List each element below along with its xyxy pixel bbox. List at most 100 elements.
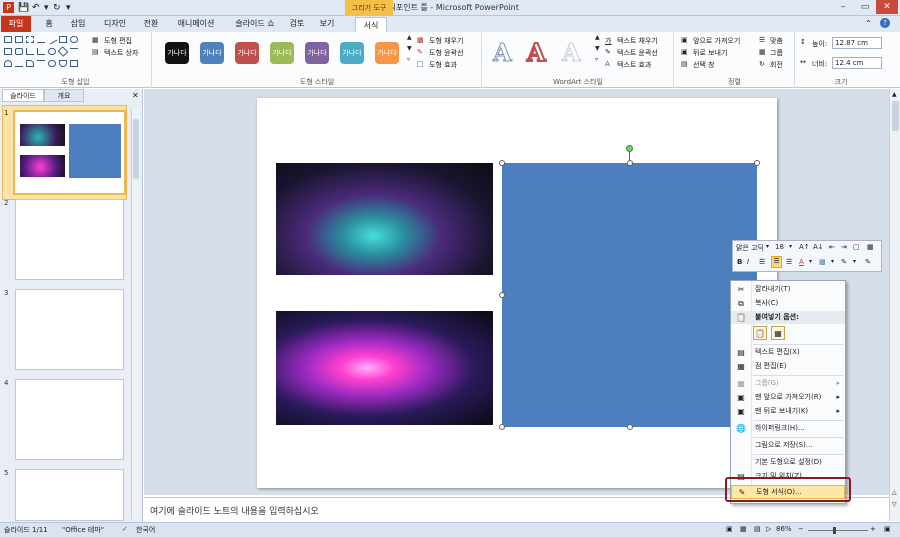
menu-item-send-to-back[interactable]: ▣ 맨 뒤로 보내기(K) ▸ bbox=[731, 405, 845, 418]
outline-color-icon[interactable]: ✎ bbox=[841, 258, 847, 266]
shrink-font-icon[interactable]: A↓ bbox=[813, 243, 824, 251]
resize-handle[interactable] bbox=[499, 424, 505, 430]
wordart-scroll-down-icon[interactable]: ▼ bbox=[595, 45, 600, 52]
menu-item-copy[interactable]: ⧉ 복사(C) bbox=[731, 297, 845, 310]
brush-icon[interactable]: ✎ bbox=[865, 258, 871, 266]
zoom-in-icon[interactable]: + bbox=[870, 525, 876, 533]
language-indicator[interactable]: 한국어 bbox=[136, 525, 155, 535]
resize-handle[interactable] bbox=[499, 160, 505, 166]
grow-font-icon[interactable]: A↑ bbox=[799, 243, 810, 251]
wordart-style-2[interactable]: A bbox=[526, 37, 547, 68]
chevron-down-icon[interactable]: ▾ bbox=[831, 258, 834, 265]
shape-fill-button[interactable]: 도형 채우기 bbox=[429, 36, 463, 46]
slide-sorter-icon[interactable]: ▦ bbox=[740, 525, 747, 533]
selection-pane-button[interactable]: 선택 창 bbox=[693, 60, 715, 70]
wordart-style-1[interactable]: A bbox=[493, 38, 513, 68]
gallery-more-icon[interactable]: ▿ bbox=[407, 56, 410, 63]
close-panel-icon[interactable]: ✕ bbox=[132, 91, 139, 100]
tab-insert[interactable]: 삽입 bbox=[64, 16, 92, 32]
increase-indent-icon[interactable]: ⇥ bbox=[841, 243, 847, 251]
tab-slides[interactable]: 슬라이드 bbox=[2, 89, 44, 102]
gallery-scroll-up-icon[interactable]: ▲ bbox=[407, 34, 412, 41]
tab-view[interactable]: 보기 bbox=[314, 16, 340, 32]
text-box-button[interactable]: 텍스트 상자 bbox=[104, 48, 138, 58]
shape-style-2[interactable]: 가나다 bbox=[200, 42, 224, 64]
chevron-down-icon[interactable]: ▾ bbox=[789, 243, 792, 250]
minimize-icon[interactable]: – bbox=[832, 0, 854, 14]
resize-handle[interactable] bbox=[754, 160, 760, 166]
slideshow-icon[interactable]: ▷ bbox=[766, 525, 771, 533]
chevron-down-icon[interactable]: ▾ bbox=[853, 258, 856, 265]
zoom-level[interactable]: 86% bbox=[776, 525, 792, 533]
tab-transitions[interactable]: 전환 bbox=[138, 16, 164, 32]
align-right-icon[interactable]: ☰ bbox=[786, 258, 792, 266]
menu-item-cut[interactable]: ✂ 잘라내기(T) bbox=[731, 283, 845, 296]
slide-thumbnail-2[interactable] bbox=[15, 199, 124, 280]
shape-style-7[interactable]: 가나다 bbox=[375, 42, 399, 64]
shape-effects-button[interactable]: 도형 효과 bbox=[429, 60, 457, 70]
paste-picture-icon[interactable]: ▦ bbox=[771, 326, 785, 340]
tab-format[interactable]: 서식 bbox=[355, 17, 387, 33]
bring-forward-button[interactable]: 앞으로 가져오기 bbox=[693, 36, 740, 46]
menu-item-edit-text[interactable]: ▤ 텍스트 편집(X) bbox=[731, 346, 845, 359]
wordart-scroll-up-icon[interactable]: ▲ bbox=[595, 34, 600, 41]
slide-thumbnail-5[interactable] bbox=[15, 469, 124, 521]
tab-animations[interactable]: 애니메이션 bbox=[170, 16, 222, 32]
shape-style-5[interactable]: 가나다 bbox=[305, 42, 329, 64]
menu-item-hyperlink[interactable]: 🌐 하이퍼링크(H)... bbox=[731, 422, 845, 435]
align-left-icon[interactable]: ☰ bbox=[759, 258, 765, 266]
tab-review[interactable]: 검토 bbox=[284, 16, 310, 32]
ribbon-minimize-icon[interactable]: ⌃ bbox=[865, 19, 872, 28]
shape-style-1[interactable]: 가나다 bbox=[165, 42, 189, 64]
quick-styles-icon[interactable]: ▦ bbox=[867, 243, 874, 251]
font-color-icon[interactable]: A bbox=[799, 258, 804, 266]
font-name-select[interactable]: 맑은 고딕 bbox=[736, 243, 764, 253]
font-size-select[interactable]: 18 bbox=[775, 243, 784, 251]
next-slide-icon[interactable]: ▽ bbox=[892, 501, 897, 508]
prev-slide-icon[interactable]: △ bbox=[892, 489, 897, 496]
slide-thumbnail-1[interactable] bbox=[13, 110, 126, 195]
text-fill-button[interactable]: 텍스트 채우기 bbox=[617, 36, 658, 46]
send-backward-button[interactable]: 뒤로 보내기 bbox=[693, 48, 727, 58]
help-icon[interactable]: ? bbox=[880, 18, 890, 28]
menu-item-edit-points[interactable]: ▦ 점 편집(E) bbox=[731, 360, 845, 373]
tab-outline[interactable]: 개요 bbox=[44, 89, 84, 102]
rotation-handle[interactable] bbox=[626, 145, 633, 152]
picture-smoke-cyan[interactable] bbox=[276, 163, 493, 275]
align-button[interactable]: 맞춤 bbox=[770, 36, 783, 46]
text-outline-button[interactable]: 텍스트 윤곽선 bbox=[617, 48, 658, 58]
reading-view-icon[interactable]: ▤ bbox=[754, 525, 761, 533]
tab-design[interactable]: 디자인 bbox=[98, 16, 132, 32]
wordart-more-icon[interactable]: ▿ bbox=[595, 56, 598, 63]
width-input[interactable]: 12.4 cm bbox=[832, 57, 882, 69]
align-center-icon[interactable]: ☰ bbox=[771, 256, 782, 268]
shape-style-6[interactable]: 가나다 bbox=[340, 42, 364, 64]
fill-color-icon[interactable]: ▩ bbox=[819, 258, 826, 266]
group-objects-button[interactable]: 그룹 bbox=[770, 48, 783, 58]
chevron-down-icon[interactable]: ▾ bbox=[766, 243, 769, 250]
spellcheck-icon[interactable]: ✓ bbox=[122, 525, 128, 533]
close-icon[interactable]: ✕ bbox=[876, 0, 898, 14]
shape-style-3[interactable]: 가나다 bbox=[235, 42, 259, 64]
shape-outline-button[interactable]: 도형 윤곽선 bbox=[429, 48, 463, 58]
chevron-down-icon[interactable]: ▾ bbox=[809, 258, 812, 265]
rotate-button[interactable]: 회전 bbox=[770, 60, 783, 70]
tab-home[interactable]: 홈 bbox=[38, 16, 60, 32]
resize-handle[interactable] bbox=[627, 424, 633, 430]
resize-handle[interactable] bbox=[627, 160, 633, 166]
theme-name[interactable]: "Office 테마" bbox=[62, 525, 104, 535]
paste-keep-formatting-icon[interactable]: 📋 bbox=[753, 326, 767, 340]
resize-handle[interactable] bbox=[499, 292, 505, 298]
text-effects-button[interactable]: 텍스트 효과 bbox=[617, 60, 651, 70]
slide-thumbnail-4[interactable] bbox=[15, 379, 124, 460]
bold-icon[interactable]: B bbox=[737, 258, 742, 266]
zoom-slider[interactable] bbox=[808, 527, 868, 534]
decrease-indent-icon[interactable]: ⇤ bbox=[829, 243, 835, 251]
picture-smoke-magenta[interactable] bbox=[276, 311, 493, 425]
gallery-scroll-down-icon[interactable]: ▼ bbox=[407, 45, 412, 52]
format-painter-icon[interactable]: ▢ bbox=[853, 243, 860, 251]
zoom-out-icon[interactable]: − bbox=[798, 525, 804, 533]
fit-to-window-icon[interactable]: ▣ bbox=[884, 525, 891, 533]
wordart-style-3[interactable]: A bbox=[562, 38, 582, 68]
normal-view-icon[interactable]: ▣ bbox=[726, 525, 733, 533]
